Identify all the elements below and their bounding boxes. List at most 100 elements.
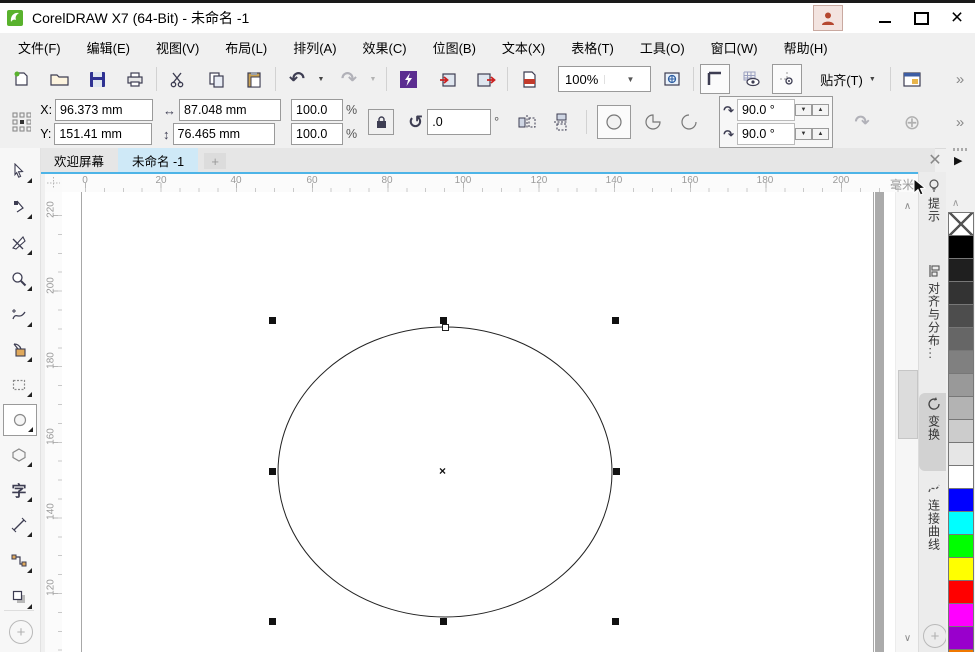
tab-welcome-screen[interactable]: 欢迎屏幕 (40, 148, 118, 172)
arc-mode-button[interactable] (673, 107, 705, 137)
menu-text[interactable]: 文本(X) (489, 33, 558, 62)
end-angle-up[interactable]: ▲ (812, 128, 829, 140)
smart-fill-tool[interactable] (3, 335, 35, 365)
menu-edit[interactable]: 编辑(E) (74, 33, 143, 62)
undo-dropdown[interactable]: ▼ (312, 64, 328, 94)
drawing-canvas[interactable]: × (62, 192, 895, 652)
new-document-tab-button[interactable]: + (204, 153, 227, 169)
color-swatch[interactable] (948, 419, 974, 443)
object-width-field[interactable]: 87.048 mm (179, 99, 282, 121)
docker-tab-align-distribute[interactable]: 对齐与分布... (919, 260, 949, 390)
color-swatch[interactable] (948, 235, 974, 259)
x-position-field[interactable]: 96.373 mm (55, 99, 154, 121)
new-document-button[interactable] (6, 64, 36, 94)
color-swatch[interactable] (948, 603, 974, 627)
menu-effects[interactable]: 效果(C) (350, 33, 420, 62)
print-button[interactable] (120, 64, 150, 94)
palette-grip[interactable] (953, 148, 967, 151)
minimize-button[interactable] (867, 5, 903, 31)
docker-tab-transform[interactable]: 变换 (919, 393, 949, 471)
start-angle-field[interactable]: 90.0 ° (737, 99, 795, 121)
lock-ratio-button[interactable] (368, 109, 395, 135)
propbar-overflow-button[interactable]: » (945, 107, 975, 137)
color-swatch[interactable] (948, 488, 974, 512)
paste-button[interactable] (239, 64, 269, 94)
object-height-field[interactable]: 76.465 mm (172, 123, 275, 145)
publish-to-pdf-button[interactable] (514, 64, 544, 94)
crop-tool[interactable] (3, 228, 35, 258)
rotation-angle-field[interactable]: .0 (427, 109, 492, 135)
menu-table[interactable]: 表格(T) (558, 33, 627, 62)
vertical-scrollbar[interactable]: ∧ ∨ (895, 192, 919, 652)
ellipse-object[interactable] (62, 192, 895, 652)
mirror-vertical-button[interactable] (546, 107, 576, 137)
quick-customize-toolbox-button[interactable]: + (9, 620, 33, 644)
color-swatch[interactable] (948, 580, 974, 604)
document-close-button[interactable]: ✕ (925, 150, 945, 170)
show-rulers-button[interactable] (700, 64, 730, 94)
selection-handle-top-center[interactable] (440, 317, 447, 324)
menu-file[interactable]: 文件(F) (5, 33, 74, 62)
search-content-button[interactable] (393, 64, 423, 94)
selection-handle-middle-left[interactable] (269, 468, 276, 475)
options-button[interactable] (897, 64, 927, 94)
menu-help[interactable]: 帮助(H) (771, 33, 841, 62)
maximize-button[interactable] (903, 5, 939, 31)
ellipse-mode-button[interactable] (597, 105, 632, 139)
docker-tab-connect-curves[interactable]: 连接曲线 (919, 477, 949, 601)
change-direction-button[interactable]: ↷ (847, 107, 877, 137)
show-grid-button[interactable] (736, 64, 766, 94)
color-swatch[interactable] (948, 327, 974, 351)
menu-arrange[interactable]: 排列(A) (280, 33, 349, 62)
export-button[interactable] (471, 64, 501, 94)
open-button[interactable] (44, 64, 74, 94)
snap-to-dropdown[interactable]: 贴齐(T) ▼ (812, 64, 884, 94)
pick-tool[interactable] (3, 156, 35, 186)
pie-mode-button[interactable] (637, 107, 669, 137)
color-swatch[interactable] (948, 511, 974, 535)
ellipse-tool[interactable] (3, 404, 37, 436)
scroll-down-icon[interactable]: ∨ (896, 628, 919, 648)
menu-layout[interactable]: 布局(L) (212, 33, 280, 62)
vertical-ruler[interactable]: 220 200 180 160 140 120 (45, 192, 63, 652)
selection-handle-bottom-left[interactable] (269, 618, 276, 625)
color-swatch[interactable] (948, 350, 974, 374)
ruler-origin[interactable] (45, 174, 63, 193)
selection-handle-bottom-center[interactable] (440, 618, 447, 625)
import-button[interactable] (433, 64, 463, 94)
palette-scroll-up-icon[interactable]: ∧ (952, 198, 959, 209)
y-position-field[interactable]: 151.41 mm (54, 123, 153, 145)
color-swatch[interactable] (948, 304, 974, 328)
horizontal-ruler[interactable]: 0 20 40 60 80 100 120 140 160 180 200 毫米 (62, 174, 920, 193)
shape-tool[interactable] (3, 192, 35, 222)
menu-window[interactable]: 窗口(W) (698, 33, 771, 62)
rectangle-tool[interactable] (3, 370, 35, 400)
swatch-no-fill[interactable] (948, 212, 974, 236)
color-swatch[interactable] (948, 258, 974, 282)
redo-dropdown[interactable]: ▼ (364, 64, 380, 94)
menu-tools[interactable]: 工具(O) (627, 33, 698, 62)
copy-button[interactable] (201, 64, 231, 94)
end-angle-field[interactable]: 90.0 ° (737, 123, 795, 145)
zoom-level-combo[interactable]: 100% ▼ (558, 66, 651, 92)
cut-button[interactable] (163, 64, 193, 94)
quick-customize-docker-button[interactable]: + (923, 624, 947, 648)
freehand-tool[interactable] (3, 300, 35, 330)
connector-tool[interactable] (3, 546, 35, 576)
color-swatch[interactable] (948, 396, 974, 420)
drop-shadow-tool[interactable] (3, 582, 35, 612)
start-angle-up[interactable]: ▲ (812, 104, 829, 116)
selection-handle-top-right[interactable] (612, 317, 619, 324)
object-center-mark[interactable]: × (439, 465, 446, 477)
scale-v-field[interactable]: 100.0 (291, 123, 344, 145)
tab-untitled-1[interactable]: 未命名 -1 (118, 148, 199, 172)
ellipse-node[interactable] (442, 324, 449, 331)
selection-handle-middle-right[interactable] (613, 468, 620, 475)
zoom-tool[interactable] (3, 264, 35, 294)
start-angle-down[interactable]: ▼ (795, 104, 812, 116)
polygon-tool[interactable] (3, 440, 35, 470)
color-swatch[interactable] (948, 373, 974, 397)
color-swatch[interactable] (948, 534, 974, 558)
mirror-horizontal-button[interactable] (512, 107, 542, 137)
snap-toggle-button[interactable] (772, 64, 802, 94)
